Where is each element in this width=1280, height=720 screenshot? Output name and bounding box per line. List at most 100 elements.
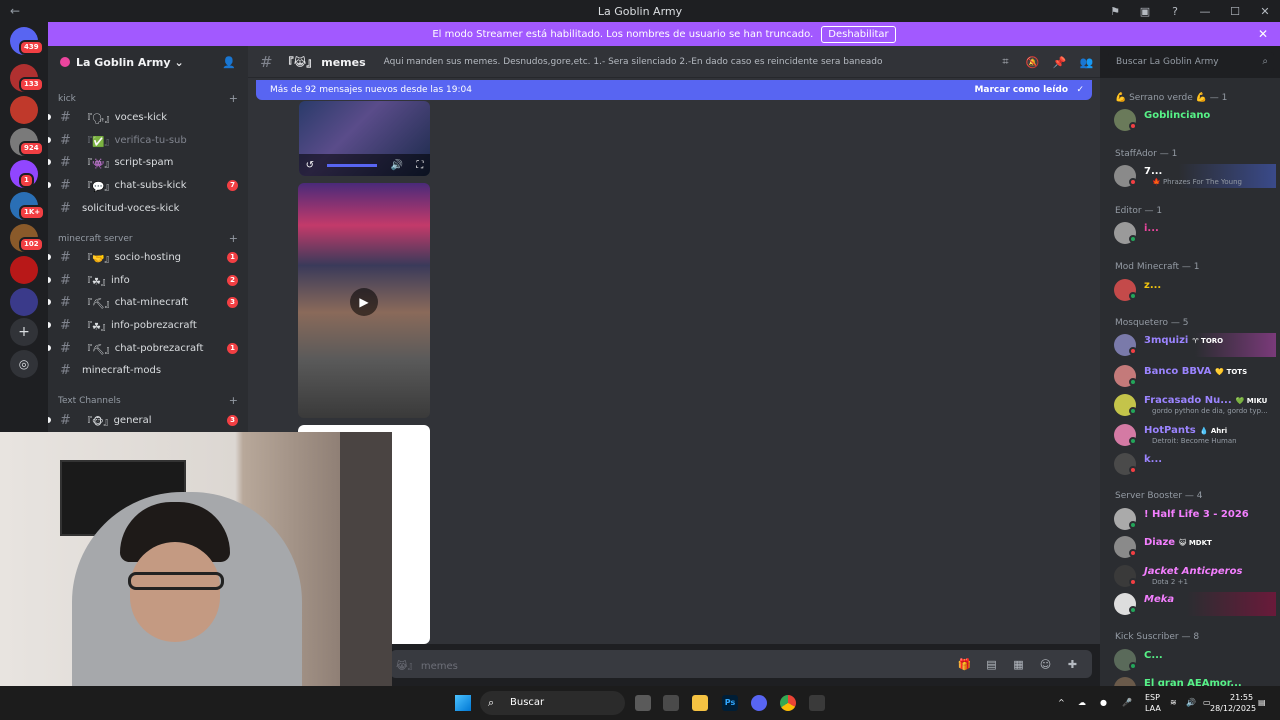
unread-indicator	[48, 277, 51, 283]
disable-streamer-button[interactable]: Deshabilitar	[821, 25, 896, 43]
file-explorer-icon[interactable]	[692, 695, 708, 711]
unread-indicator	[48, 254, 51, 260]
video-attachment[interactable]: ↺ 🔊 ⛶	[299, 101, 430, 176]
notifications-muted-icon[interactable]: 🔕	[1019, 56, 1046, 69]
new-messages-bar[interactable]: Más de 92 mensajes nuevos desde las 19:0…	[256, 80, 1092, 100]
chrome-icon[interactable]	[780, 695, 796, 711]
member-activity: gordo python de dia, gordo typ...	[1152, 407, 1268, 415]
member-item[interactable]: Fracasado Nu... 💚 MIKU gordo python de dia…	[1114, 393, 1276, 417]
member-name: Meka	[1144, 594, 1175, 605]
minimize-icon[interactable]: —	[1190, 5, 1220, 18]
message-composer[interactable]: 😹』 memes 🎁 ▤ ▦ ☺ ✚	[390, 650, 1092, 678]
discord-icon[interactable]	[751, 695, 767, 711]
member-item[interactable]: 3mquizi ♈ TORO	[1114, 333, 1276, 357]
member-item[interactable]: Diaze 😺 MDKT	[1114, 535, 1276, 559]
pin-icon[interactable]: 📌	[1046, 56, 1073, 69]
gif-icon[interactable]: ▤	[978, 658, 1005, 671]
channel-prefix: 『⛏』	[82, 344, 115, 356]
add-channel-icon[interactable]: +	[229, 394, 238, 407]
task-view-icon[interactable]	[635, 695, 651, 711]
taskbar-search[interactable]: ⌕ Buscar	[480, 691, 625, 715]
channel-chat-minecraft[interactable]: # 『⛏』 chat-minecraft 3	[48, 292, 248, 312]
channel-label: minecraft-mods	[82, 364, 162, 376]
threads-icon[interactable]: ⌗	[992, 55, 1019, 69]
member-item[interactable]: ! Half Life 3 - 2026	[1114, 507, 1276, 531]
category-text-channels[interactable]: Text Channels	[58, 396, 121, 406]
channel-chat-pobrezacraft[interactable]: # 『⛏』 chat-pobrezacraft 1	[48, 338, 248, 358]
language-layout[interactable]: LAA	[1145, 704, 1161, 714]
volume-icon[interactable]: 🔊	[391, 160, 403, 171]
close-window-icon[interactable]: ✕	[1250, 5, 1280, 18]
channel-minecraft-mods[interactable]: # minecraft-mods	[48, 360, 248, 380]
video-attachment[interactable]: ▶	[298, 183, 430, 418]
replay-icon[interactable]: ↺	[306, 160, 314, 171]
member-item[interactable]: i...	[1114, 221, 1276, 245]
member-item[interactable]: Banco BBVA 💛 TOTS	[1114, 364, 1276, 388]
member-item[interactable]: Meka	[1114, 592, 1276, 616]
server-icon[interactable]	[10, 256, 38, 284]
member-item[interactable]: Jacket Anticperos Dota 2 +1	[1114, 564, 1276, 588]
fullscreen-icon[interactable]: ⛶	[416, 160, 423, 171]
volume-icon[interactable]: 🔊	[1186, 686, 1196, 720]
channel-general[interactable]: # 『🐵』 general 3	[48, 410, 248, 430]
maximize-icon[interactable]: ☐	[1220, 5, 1250, 18]
terminal-icon[interactable]	[663, 695, 679, 711]
member-item[interactable]: C...	[1114, 648, 1276, 672]
category-minecraft[interactable]: minecraft server	[58, 234, 133, 244]
guild-header[interactable]: La Goblin Army ⌄ 👤	[48, 46, 248, 78]
close-banner-icon[interactable]: ✕	[1258, 27, 1268, 41]
member-item[interactable]: 7... 🍁 Phrazes For The Young	[1114, 164, 1276, 188]
mark-as-read-button[interactable]: Marcar como leído	[974, 85, 1068, 95]
invite-icon[interactable]: 👤	[222, 56, 236, 69]
member-name: HotPants 💧 Ahri	[1144, 425, 1227, 436]
tray-app-icon[interactable]: ●	[1100, 686, 1107, 720]
channel-solicitud-voces-kick[interactable]: # solicitud-voces-kick	[48, 198, 248, 218]
channel-label: chat-subs-kick	[114, 179, 187, 191]
help-icon[interactable]: ?	[1160, 5, 1190, 18]
server-icon[interactable]	[10, 288, 38, 316]
inbox-icon[interactable]: ⚑	[1100, 5, 1130, 18]
channel-script-spam[interactable]: # 『👾』 script-spam	[48, 152, 248, 172]
wifi-icon[interactable]: ≋	[1170, 686, 1177, 720]
member-item[interactable]: z...	[1114, 278, 1276, 302]
microphone-icon[interactable]: 🎤	[1122, 686, 1132, 720]
language-code[interactable]: ESP	[1145, 693, 1160, 703]
channel-prefix: 『☘』	[82, 321, 111, 333]
member-item[interactable]: Goblinciano	[1114, 108, 1276, 132]
clock-time[interactable]: 21:55	[1230, 693, 1253, 703]
hash-icon: #	[60, 362, 71, 378]
windows-start-icon[interactable]	[455, 695, 471, 711]
battery-icon[interactable]: ▭	[1203, 686, 1211, 720]
add-server-icon[interactable]: +	[10, 318, 38, 346]
add-channel-icon[interactable]: +	[229, 232, 238, 245]
member-item[interactable]: k...	[1114, 452, 1276, 476]
category-kick[interactable]: kick	[58, 94, 76, 104]
gift-icon[interactable]: 🎁	[951, 658, 978, 671]
channel-voces-kick[interactable]: # 『🗣』 voces-kick	[48, 107, 248, 127]
progress-bar[interactable]	[327, 163, 378, 167]
member-item[interactable]: El gran AEAmor...	[1114, 676, 1276, 686]
channel-chat-subs-kick[interactable]: # 『💬』 chat-subs-kick 7	[48, 175, 248, 195]
server-icon[interactable]	[10, 96, 38, 124]
add-channel-icon[interactable]: +	[229, 92, 238, 105]
channel-info[interactable]: # 『☘』 info 2	[48, 270, 248, 290]
tray-chevron-icon[interactable]: ^	[1058, 686, 1065, 720]
obs-icon[interactable]	[809, 695, 825, 711]
clock-date[interactable]: 28/12/2025	[1210, 704, 1256, 714]
channel-verifica-tu-sub[interactable]: # 『✅』 verifica-tu-sub	[48, 130, 248, 150]
screen-icon[interactable]: ▣	[1130, 5, 1160, 18]
onedrive-icon[interactable]: ☁	[1078, 686, 1086, 720]
search-input[interactable]: Buscar La Goblin Army ⌕	[1108, 52, 1274, 72]
sticker-icon[interactable]: ▦	[1005, 658, 1032, 671]
channel-socio-hosting[interactable]: # 『🤝』 socio-hosting 1	[48, 247, 248, 267]
member-list-icon[interactable]: 👥	[1073, 56, 1100, 69]
apps-icon[interactable]: ✚	[1059, 658, 1086, 671]
member-item[interactable]: HotPants 💧 Ahri Detroit: Become Human	[1114, 423, 1276, 447]
notifications-icon[interactable]: ▤	[1258, 686, 1266, 720]
photoshop-icon[interactable]: Ps	[722, 695, 738, 711]
emoji-icon[interactable]: ☺	[1032, 658, 1059, 671]
play-icon[interactable]: ▶	[350, 288, 378, 316]
channel-info-pobrezacraft[interactable]: # 『☘』 info-pobrezacraft	[48, 315, 248, 335]
channel-topic[interactable]: Aqui manden sus memes. Desnudos,gore,etc…	[384, 57, 883, 67]
discover-icon[interactable]: ◎	[10, 350, 38, 378]
